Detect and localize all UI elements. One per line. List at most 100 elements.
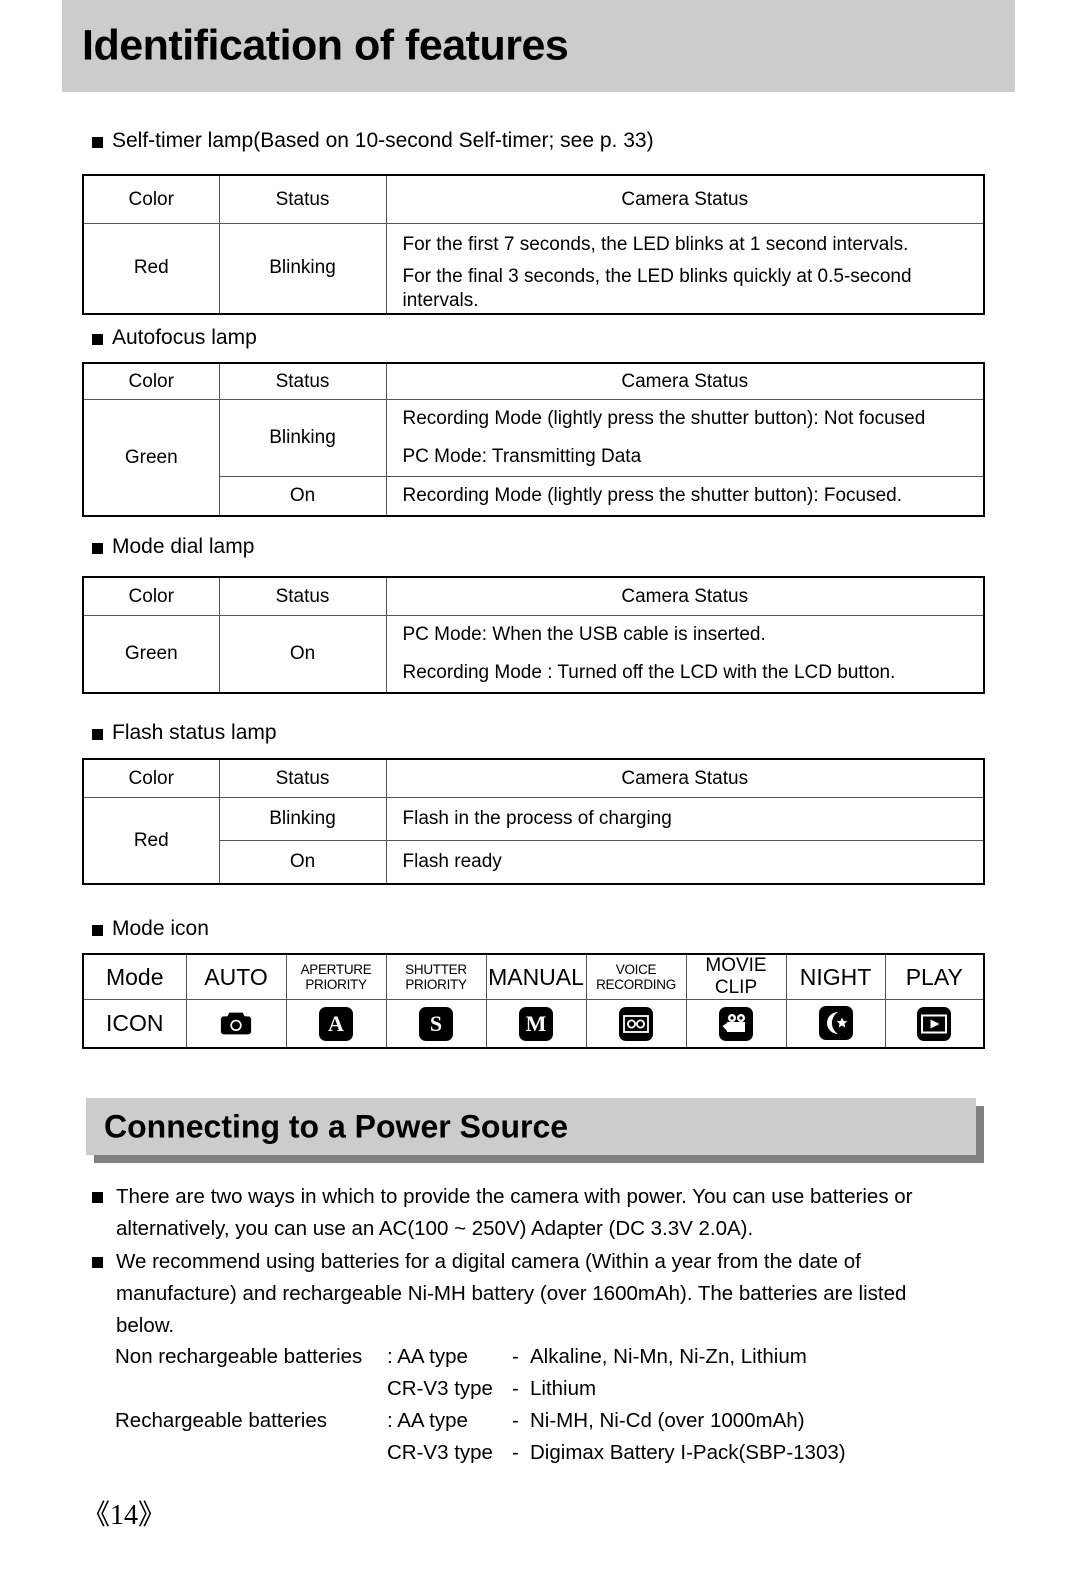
table-row: On Flash ready [83,840,985,885]
table-autofocus-lamp: Color Status Camera Status Green Blinkin… [82,362,985,517]
table-row: On Recording Mode (lightly press the shu… [83,476,985,517]
cell-status-on: On [218,840,387,885]
cell-description: Recording Mode (lightly press the shutte… [385,476,985,517]
table-row: Color Status Camera Status [82,758,985,798]
col-header-color: Color [82,576,220,616]
movie-camera-icon [719,1006,753,1041]
mode-name-voice-recording: VOICE RECORDING [585,953,687,1000]
bullet-square-icon [92,136,103,148]
battery-row: CR-V3 type - Lithium [115,1373,950,1405]
row-label-icon: ICON [82,999,187,1049]
icon-glyph: S [429,1010,443,1036]
icon-cell-aperture-priority: A [285,999,387,1049]
cell-status: Blinking [218,223,387,315]
battery-value: Ni-MH, Ni-Cd (over 1000mAh) [530,1409,805,1432]
table-mode-icon: Mode AUTO APERTURE PRIORITY SHUTTER PRIO… [82,953,985,1049]
section-label-self-timer: Self-timer lamp(Based on 10-second Self-… [92,129,654,153]
cell-description: PC Mode: When the USB cable is inserted. [385,615,985,654]
icon-cell-night [785,999,886,1049]
icon-cell-voice-recording [585,999,687,1049]
section-label-text: Self-timer lamp(Based on 10-second Self-… [112,129,654,152]
icon-cell-play [884,999,985,1049]
battery-value: Lithium [530,1377,597,1400]
cell-description: For the final 3 seconds, the LED blinks … [385,265,985,315]
section-label-text: Mode dial lamp [112,535,255,558]
table-row-mode: Mode AUTO APERTURE PRIORITY SHUTTER PRIO… [82,953,985,1000]
icon-cell-movie-clip [685,999,787,1049]
battery-value: Alkaline, Ni-Mn, Ni-Zn, Lithium [530,1345,807,1368]
play-triangle-icon [917,1006,952,1041]
paragraph-power-options: There are two ways in which to provide t… [92,1181,966,1245]
table-flash-status-lamp: Color Status Camera Status Red Blinking … [82,758,985,885]
col-header-camera-status: Camera Status [385,576,985,616]
mode-name-aperture-priority: APERTURE PRIORITY [285,953,387,1000]
cell-status: On [218,615,387,694]
battery-type: : AA type [387,1409,468,1432]
battery-dash: - [512,1345,519,1368]
cassette-icon [619,1006,653,1041]
battery-type: : AA type [387,1345,468,1368]
mode-name-auto: AUTO [185,953,287,1000]
battery-row: CR-V3 type - Digimax Battery I-Pack(SBP-… [115,1437,950,1469]
page-number: 《14》 [82,1500,167,1531]
paragraph-battery-recommendation: We recommend using batteries for a digit… [92,1246,966,1342]
battery-type: CR-V3 type [387,1377,493,1400]
cell-description: PC Mode: Transmitting Data [385,438,985,477]
battery-label: Rechargeable batteries [115,1409,327,1432]
table-row: Green Blinking Recording Mode (lightly p… [82,399,985,517]
cell-description: Flash ready [385,840,985,885]
icon-glyph: M [525,1010,547,1036]
battery-dash: - [512,1377,519,1400]
cell-color: Green [82,615,220,694]
paragraph-text: There are two ways in which to provide t… [116,1185,913,1240]
section-label-text: Mode icon [112,917,209,940]
icon-cell-shutter-priority: S [385,999,487,1049]
table-mode-dial-lamp: Color Status Camera Status Green On PC M… [82,576,985,694]
table-row: Color Status Camera Status [82,174,985,224]
icon-cell-manual: M [485,999,587,1049]
cell-status-blinking: Blinking [218,399,387,477]
battery-row: Rechargeable batteries : AA type - Ni-MH… [115,1405,950,1437]
mode-name-manual: MANUAL [485,953,587,1000]
cell-description: Recording Mode (lightly press the shutte… [385,399,985,438]
section-label-mode-dial: Mode dial lamp [92,535,254,559]
page-title: Identification of features [82,21,569,70]
section-label-mode-icon: Mode icon [92,917,209,941]
table-row: Red Blinking Flash in the process of cha… [82,797,985,885]
cell-description: Recording Mode : Turned off the LCD with… [385,654,985,694]
cell-description: For the first 7 seconds, the LED blinks … [385,223,985,265]
col-header-color: Color [82,758,220,798]
section-label-autofocus: Autofocus lamp [92,326,257,350]
moon-star-icon [818,1006,853,1040]
section-label-flash-status: Flash status lamp [92,721,277,745]
cell-color: Red [82,797,220,885]
cell-description: Flash in the process of charging [385,797,985,841]
camera-icon [219,1006,253,1040]
battery-list: Non rechargeable batteries : AA type - A… [115,1341,950,1469]
section-label-text: Flash status lamp [112,721,277,744]
cell-status-blinking: Blinking [218,797,387,841]
table-self-timer-lamp: Color Status Camera Status Red Blinking … [82,174,985,315]
battery-row: Non rechargeable batteries : AA type - A… [115,1341,950,1373]
col-header-camera-status: Camera Status [385,174,985,224]
mode-name-shutter-priority: SHUTTER PRIORITY [385,953,487,1000]
table-row-icon: ICON A S M [82,999,985,1049]
battery-label: Non rechargeable batteries [115,1345,363,1368]
battery-type: CR-V3 type [387,1441,493,1464]
col-header-status: Status [218,576,387,616]
col-header-color: Color [82,362,220,400]
table-row: Green On PC Mode: When the USB cable is … [82,615,985,694]
mode-name-night: NIGHT [785,953,886,1000]
table-row: Color Status Camera Status [82,576,985,616]
heading-band: Connecting to a Power Source [86,1098,976,1155]
col-header-status: Status [218,362,387,400]
cell-color: Green [82,399,220,517]
letter-m-icon: M [519,1006,553,1041]
heading-text: Connecting to a Power Source [104,1108,569,1144]
bullet-square-icon [92,728,103,740]
page-content: Identification of features Self-timer la… [0,0,1080,1585]
battery-value: Digimax Battery I-Pack(SBP-1303) [530,1441,846,1464]
row-label-mode: Mode [82,953,187,1000]
battery-label [115,1373,387,1405]
paragraph-text: We recommend using batteries for a digit… [116,1250,907,1337]
